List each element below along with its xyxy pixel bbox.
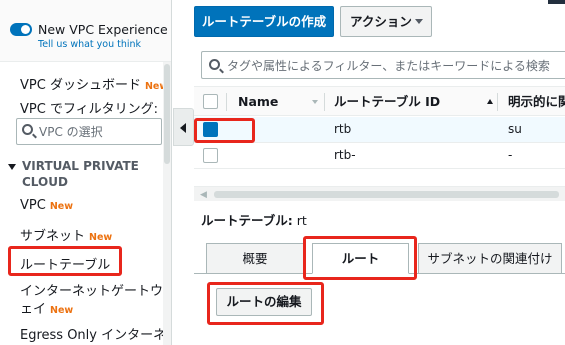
sidebar-item-dashboard[interactable]: VPC ダッシュボード New — [20, 74, 168, 93]
details-title-value: rt — [296, 213, 307, 228]
vpc-select[interactable] — [16, 118, 162, 145]
toolbar: ルートテーブルの作成 アクション — [194, 0, 565, 42]
sidebar-item-label: Egress Only インターネ — [20, 328, 167, 343]
actions-button[interactable]: アクション — [340, 6, 432, 37]
tab-summary[interactable]: 概要 — [206, 243, 304, 274]
column-divider — [226, 93, 227, 111]
cell-explicit: su — [508, 122, 522, 136]
sort-icon[interactable] — [312, 100, 318, 104]
search-icon — [209, 59, 220, 70]
cell-route-table-id[interactable]: rtb — [334, 122, 351, 136]
feedback-link[interactable]: Tell us what you think — [38, 39, 141, 50]
sort-ascending-icon[interactable] — [487, 99, 493, 104]
table-row[interactable]: rtb- - — [194, 143, 565, 169]
sidebar-item-internet-gateways-cont[interactable]: ェイ New — [20, 298, 73, 317]
sidebar-item-label: インターネットゲートウ — [20, 284, 164, 299]
sidebar-item-subnets[interactable]: サブネット New — [20, 225, 112, 244]
sidebar: New VPC Experience Tell us what you thin… — [0, 0, 172, 345]
chevron-left-icon — [180, 123, 186, 133]
column-header-route-table-id[interactable]: ルートテーブル ID — [334, 87, 440, 117]
table-header: Name ルートテーブル ID 明示的に関 — [194, 86, 565, 116]
create-route-table-button[interactable]: ルートテーブルの作成 — [194, 6, 334, 37]
sidebar-item-internet-gateways[interactable]: インターネットゲートウ — [20, 280, 163, 299]
actions-label: アクション — [350, 14, 412, 29]
search-icon — [22, 124, 33, 135]
section-virtual-private-cloud[interactable]: VIRTUAL PRIVATE CLOUD — [8, 158, 168, 190]
row-checkbox[interactable] — [203, 148, 218, 163]
cell-explicit: - — [508, 148, 513, 162]
chevron-down-icon — [415, 19, 423, 24]
scrollbar-thumb[interactable] — [214, 191, 559, 198]
scroll-left-icon[interactable]: ◀ — [200, 190, 207, 200]
sidebar-item-vpc[interactable]: VPC New — [20, 198, 73, 213]
column-divider — [497, 93, 498, 111]
column-header-name[interactable]: Name — [238, 87, 278, 117]
column-header-explicit[interactable]: 明示的に関 — [508, 87, 565, 117]
column-divider — [324, 93, 325, 111]
highlight-row-checkbox — [194, 118, 255, 143]
sidebar-item-label: ェイ — [20, 302, 47, 317]
vpc-experience-title: New VPC Experience — [38, 22, 168, 37]
highlight-edit-routes — [207, 282, 324, 325]
tab-subnet-associations[interactable]: サブネットの関連付け — [418, 243, 562, 274]
highlight-route-tables — [8, 246, 122, 276]
new-experience-toggle[interactable] — [10, 23, 32, 36]
sidebar-item-label: VPC ダッシュボード — [20, 78, 141, 93]
vpc-select-input[interactable] — [39, 123, 157, 141]
collapse-sidebar-button[interactable] — [173, 108, 194, 146]
highlight-routes-tab — [303, 236, 417, 280]
vpc-filter-label: VPC でフィルタリング: — [20, 102, 159, 117]
sidebar-item-egress-only[interactable]: Egress Only インターネ — [20, 324, 166, 343]
sidebar-item-label: サブネット — [20, 229, 86, 244]
details-title: ルートテーブル: rt — [201, 210, 307, 229]
vpc-experience-panel: New VPC Experience Tell us what you thin… — [0, 0, 171, 62]
caret-down-icon — [8, 164, 16, 170]
new-badge: New — [89, 232, 113, 243]
sidebar-item-label: VPC — [20, 198, 46, 213]
cell-route-table-id[interactable]: rtb- — [334, 148, 356, 162]
scrollbar-thumb[interactable] — [164, 64, 170, 164]
filter-input[interactable] — [227, 57, 562, 75]
table-horizontal-scrollbar[interactable]: ◀ — [194, 186, 565, 201]
filter-search[interactable] — [201, 51, 565, 79]
sidebar-scrollbar[interactable] — [163, 62, 171, 345]
select-all-checkbox[interactable] — [203, 94, 218, 109]
details-title-label: ルートテーブル: — [201, 213, 293, 228]
header-strip — [548, 0, 565, 4]
new-badge: New — [49, 201, 73, 212]
new-badge: New — [50, 305, 74, 316]
